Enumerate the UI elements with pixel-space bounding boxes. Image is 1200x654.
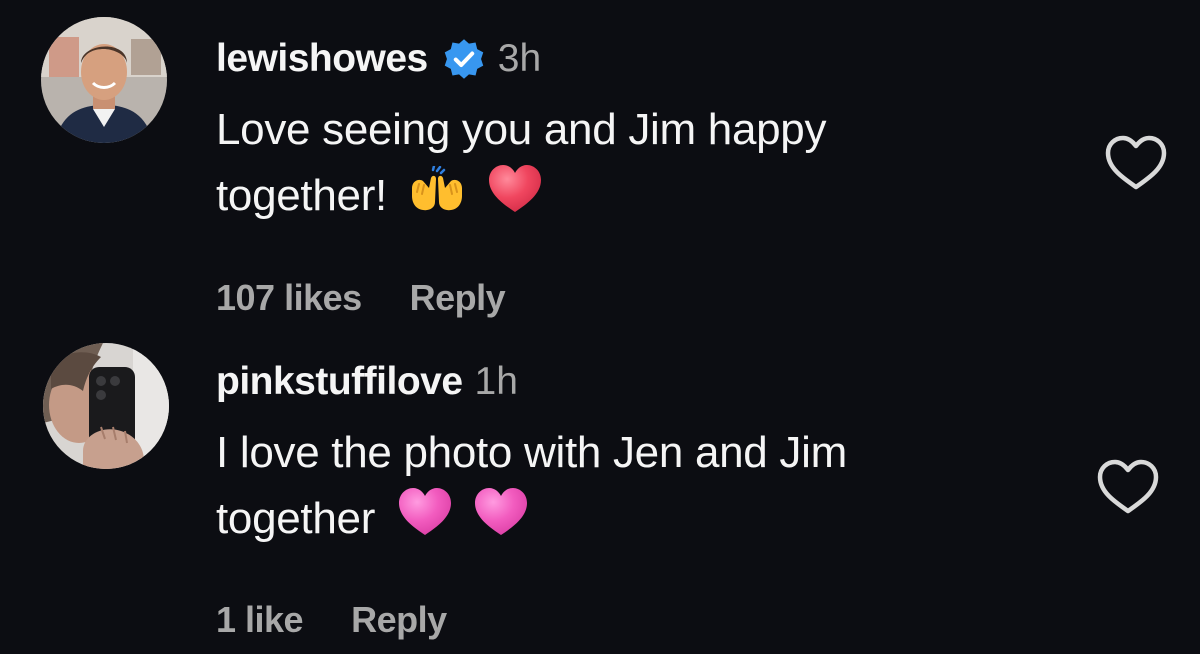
- comment-text-line: together: [216, 486, 1066, 556]
- likes-count[interactable]: 107 likes: [216, 277, 362, 319]
- comment-actions: 107 likes Reply: [216, 272, 506, 324]
- username[interactable]: pinkstuffilove: [216, 360, 463, 404]
- red-heart-emoji-icon: [487, 164, 543, 233]
- pink-heart-emoji-icon: [397, 487, 453, 556]
- comment-header: pinkstuffilove 1h: [216, 354, 518, 410]
- likes-count[interactable]: 1 like: [216, 599, 304, 641]
- reply-button[interactable]: Reply: [351, 599, 447, 641]
- comment-item: lewishowes 3h Love seeing you and Jim ha…: [0, 0, 1200, 330]
- avatar[interactable]: [43, 343, 169, 469]
- timestamp: 3h: [497, 37, 542, 80]
- verified-badge-icon: [442, 37, 486, 81]
- comment-text-segment: together: [216, 494, 376, 543]
- avatar[interactable]: [41, 17, 167, 143]
- timestamp: 1h: [474, 360, 518, 403]
- comment-item: pinkstuffilove 1h I love the photo with …: [0, 330, 1200, 654]
- comment-text-line: I love the photo with Jen and Jim: [216, 428, 847, 477]
- comment-text: Love seeing you and Jim happy together!: [216, 97, 1066, 233]
- like-heart-icon[interactable]: [1095, 458, 1161, 516]
- like-heart-icon[interactable]: [1103, 134, 1169, 192]
- raising-hands-emoji-icon: [409, 165, 465, 231]
- comment-text-segment: together!: [216, 171, 387, 220]
- pink-heart-emoji-icon: [473, 487, 529, 556]
- comment-actions: 1 like Reply: [216, 594, 447, 646]
- comment-header: lewishowes 3h: [216, 31, 541, 87]
- username[interactable]: lewishowes: [216, 37, 428, 81]
- comment-text-line: together!: [216, 163, 1066, 233]
- comment-text-line: Love seeing you and Jim happy: [216, 105, 827, 154]
- comment-text: I love the photo with Jen and Jim togeth…: [216, 420, 1066, 556]
- reply-button[interactable]: Reply: [410, 277, 506, 319]
